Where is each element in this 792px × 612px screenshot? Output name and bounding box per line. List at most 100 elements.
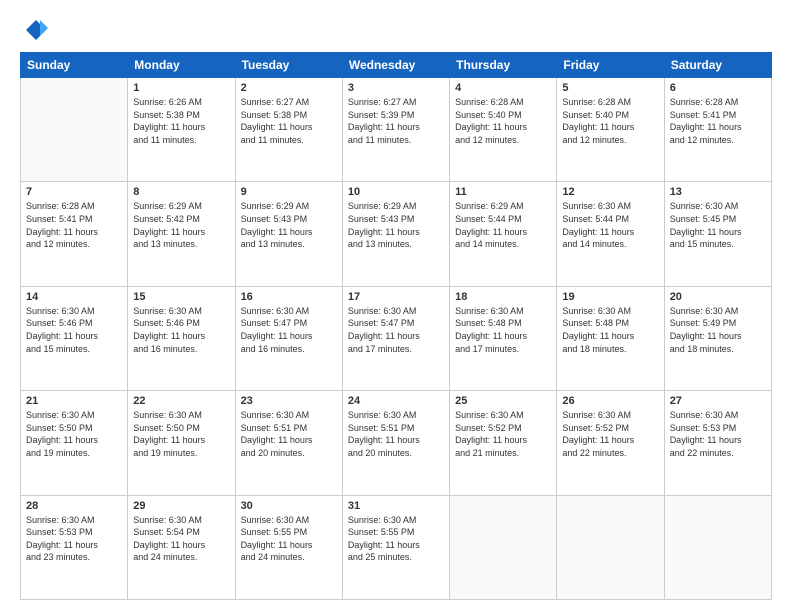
logo-icon [20,16,48,44]
calendar-cell: 26Sunrise: 6:30 AM Sunset: 5:52 PM Dayli… [557,391,664,495]
day-info: Sunrise: 6:30 AM Sunset: 5:50 PM Dayligh… [26,409,122,459]
day-info: Sunrise: 6:30 AM Sunset: 5:55 PM Dayligh… [348,514,444,564]
weekday-header-thursday: Thursday [450,53,557,78]
day-number: 10 [348,186,444,198]
calendar-cell: 20 Sunrise: 6:30 AM Sunset: 5:49 PM Dayli… [664,286,771,390]
calendar-cell: 18 Sunrise: 6:30 AM Sunset: 5:48 PM Dayli… [450,286,557,390]
weekday-header-tuesday: Tuesday [235,53,342,78]
day-number: 12 [562,186,658,198]
day-info: Sunrise: 6:30 AM Sunset: 5:48 PM Dayligh… [455,305,551,355]
calendar-cell: 22Sunrise: 6:30 AM Sunset: 5:50 PM Dayli… [128,391,235,495]
day-info: Sunrise: 6:30 AM Sunset: 5:47 PM Dayligh… [348,305,444,355]
weekday-header-friday: Friday [557,53,664,78]
day-number: 24 [348,395,444,407]
calendar-cell [450,495,557,599]
day-info: Sunrise: 6:29 AM Sunset: 5:42 PM Dayligh… [133,200,229,250]
day-number: 20 [670,291,766,303]
calendar-cell: 29 Sunrise: 6:30 AM Sunset: 5:54 PM Dayli… [128,495,235,599]
day-number: 4 [455,82,551,94]
day-number: 22 [133,395,229,407]
logo [20,16,52,44]
day-number: 8 [133,186,229,198]
day-number: 25 [455,395,551,407]
calendar-cell: 6Sunrise: 6:28 AM Sunset: 5:41 PM Daylig… [664,78,771,182]
calendar-cell: 3Sunrise: 6:27 AM Sunset: 5:39 PM Daylig… [342,78,449,182]
day-info: Sunrise: 6:30 AM Sunset: 5:52 PM Dayligh… [455,409,551,459]
day-info: Sunrise: 6:30 AM Sunset: 5:55 PM Dayligh… [241,514,337,564]
day-number: 1 [133,82,229,94]
day-info: Sunrise: 6:30 AM Sunset: 5:54 PM Dayligh… [133,514,229,564]
calendar-week-row: 28 Sunrise: 6:30 AM Sunset: 5:53 PM Dayli… [21,495,772,599]
day-number: 19 [562,291,658,303]
calendar-cell [557,495,664,599]
day-info: Sunrise: 6:29 AM Sunset: 5:43 PM Dayligh… [348,200,444,250]
day-number: 7 [26,186,122,198]
day-number: 29 [133,500,229,512]
day-number: 18 [455,291,551,303]
day-number: 23 [241,395,337,407]
day-info: Sunrise: 6:26 AM Sunset: 5:38 PM Dayligh… [133,96,229,146]
day-info: Sunrise: 6:29 AM Sunset: 5:44 PM Dayligh… [455,200,551,250]
day-number: 28 [26,500,122,512]
calendar-cell: 10 Sunrise: 6:29 AM Sunset: 5:43 PM Dayli… [342,182,449,286]
day-number: 27 [670,395,766,407]
calendar-cell: 30 Sunrise: 6:30 AM Sunset: 5:55 PM Dayli… [235,495,342,599]
day-number: 14 [26,291,122,303]
calendar-cell: 12 Sunrise: 6:30 AM Sunset: 5:44 PM Dayli… [557,182,664,286]
calendar-cell: 21 Sunrise: 6:30 AM Sunset: 5:50 PM Dayli… [21,391,128,495]
calendar-cell: 19 Sunrise: 6:30 AM Sunset: 5:48 PM Dayli… [557,286,664,390]
day-number: 2 [241,82,337,94]
calendar-cell: 1 Sunrise: 6:26 AM Sunset: 5:38 PM Daylig… [128,78,235,182]
calendar-cell [664,495,771,599]
day-info: Sunrise: 6:30 AM Sunset: 5:53 PM Dayligh… [26,514,122,564]
calendar-cell: 13 Sunrise: 6:30 AM Sunset: 5:45 PM Dayli… [664,182,771,286]
calendar-cell: 24 Sunrise: 6:30 AM Sunset: 5:51 PM Dayli… [342,391,449,495]
header [20,16,772,44]
day-info: Sunrise: 6:27 AM Sunset: 5:38 PM Dayligh… [241,96,337,146]
day-number: 30 [241,500,337,512]
day-info: Sunrise: 6:30 AM Sunset: 5:48 PM Dayligh… [562,305,658,355]
day-number: 9 [241,186,337,198]
calendar-cell: 11 Sunrise: 6:29 AM Sunset: 5:44 PM Dayli… [450,182,557,286]
calendar-cell: 31Sunrise: 6:30 AM Sunset: 5:55 PM Dayli… [342,495,449,599]
calendar-cell: 9 Sunrise: 6:29 AM Sunset: 5:43 PM Daylig… [235,182,342,286]
calendar-week-row: 7 Sunrise: 6:28 AM Sunset: 5:41 PM Daylig… [21,182,772,286]
calendar-cell: 4 Sunrise: 6:28 AM Sunset: 5:40 PM Daylig… [450,78,557,182]
calendar-table: SundayMondayTuesdayWednesdayThursdayFrid… [20,52,772,600]
calendar-week-row: 1 Sunrise: 6:26 AM Sunset: 5:38 PM Daylig… [21,78,772,182]
day-number: 21 [26,395,122,407]
weekday-header-saturday: Saturday [664,53,771,78]
day-number: 11 [455,186,551,198]
day-info: Sunrise: 6:30 AM Sunset: 5:45 PM Dayligh… [670,200,766,250]
weekday-header-row: SundayMondayTuesdayWednesdayThursdayFrid… [21,53,772,78]
day-number: 13 [670,186,766,198]
calendar-cell: 2 Sunrise: 6:27 AM Sunset: 5:38 PM Daylig… [235,78,342,182]
calendar-cell: 8 Sunrise: 6:29 AM Sunset: 5:42 PM Daylig… [128,182,235,286]
day-info: Sunrise: 6:30 AM Sunset: 5:52 PM Dayligh… [562,409,658,459]
day-info: Sunrise: 6:28 AM Sunset: 5:41 PM Dayligh… [26,200,122,250]
calendar-cell: 5 Sunrise: 6:28 AM Sunset: 5:40 PM Daylig… [557,78,664,182]
day-info: Sunrise: 6:29 AM Sunset: 5:43 PM Dayligh… [241,200,337,250]
weekday-header-wednesday: Wednesday [342,53,449,78]
calendar-cell: 14 Sunrise: 6:30 AM Sunset: 5:46 PM Dayli… [21,286,128,390]
day-info: Sunrise: 6:30 AM Sunset: 5:49 PM Dayligh… [670,305,766,355]
calendar-week-row: 14 Sunrise: 6:30 AM Sunset: 5:46 PM Dayli… [21,286,772,390]
calendar-week-row: 21 Sunrise: 6:30 AM Sunset: 5:50 PM Dayli… [21,391,772,495]
day-number: 5 [562,82,658,94]
calendar-cell: 7 Sunrise: 6:28 AM Sunset: 5:41 PM Daylig… [21,182,128,286]
calendar-cell: 28 Sunrise: 6:30 AM Sunset: 5:53 PM Dayli… [21,495,128,599]
day-info: Sunrise: 6:30 AM Sunset: 5:44 PM Dayligh… [562,200,658,250]
calendar-cell: 16 Sunrise: 6:30 AM Sunset: 5:47 PM Dayli… [235,286,342,390]
day-info: Sunrise: 6:30 AM Sunset: 5:46 PM Dayligh… [26,305,122,355]
day-info: Sunrise: 6:28 AM Sunset: 5:40 PM Dayligh… [455,96,551,146]
calendar-cell: 27 Sunrise: 6:30 AM Sunset: 5:53 PM Dayli… [664,391,771,495]
day-number: 17 [348,291,444,303]
day-info: Sunrise: 6:30 AM Sunset: 5:51 PM Dayligh… [241,409,337,459]
day-info: Sunrise: 6:28 AM Sunset: 5:41 PM Dayligh… [670,96,766,146]
day-info: Sunrise: 6:30 AM Sunset: 5:51 PM Dayligh… [348,409,444,459]
page: SundayMondayTuesdayWednesdayThursdayFrid… [0,0,792,612]
day-info: Sunrise: 6:28 AM Sunset: 5:40 PM Dayligh… [562,96,658,146]
day-number: 16 [241,291,337,303]
day-info: Sunrise: 6:30 AM Sunset: 5:53 PM Dayligh… [670,409,766,459]
day-info: Sunrise: 6:30 AM Sunset: 5:47 PM Dayligh… [241,305,337,355]
